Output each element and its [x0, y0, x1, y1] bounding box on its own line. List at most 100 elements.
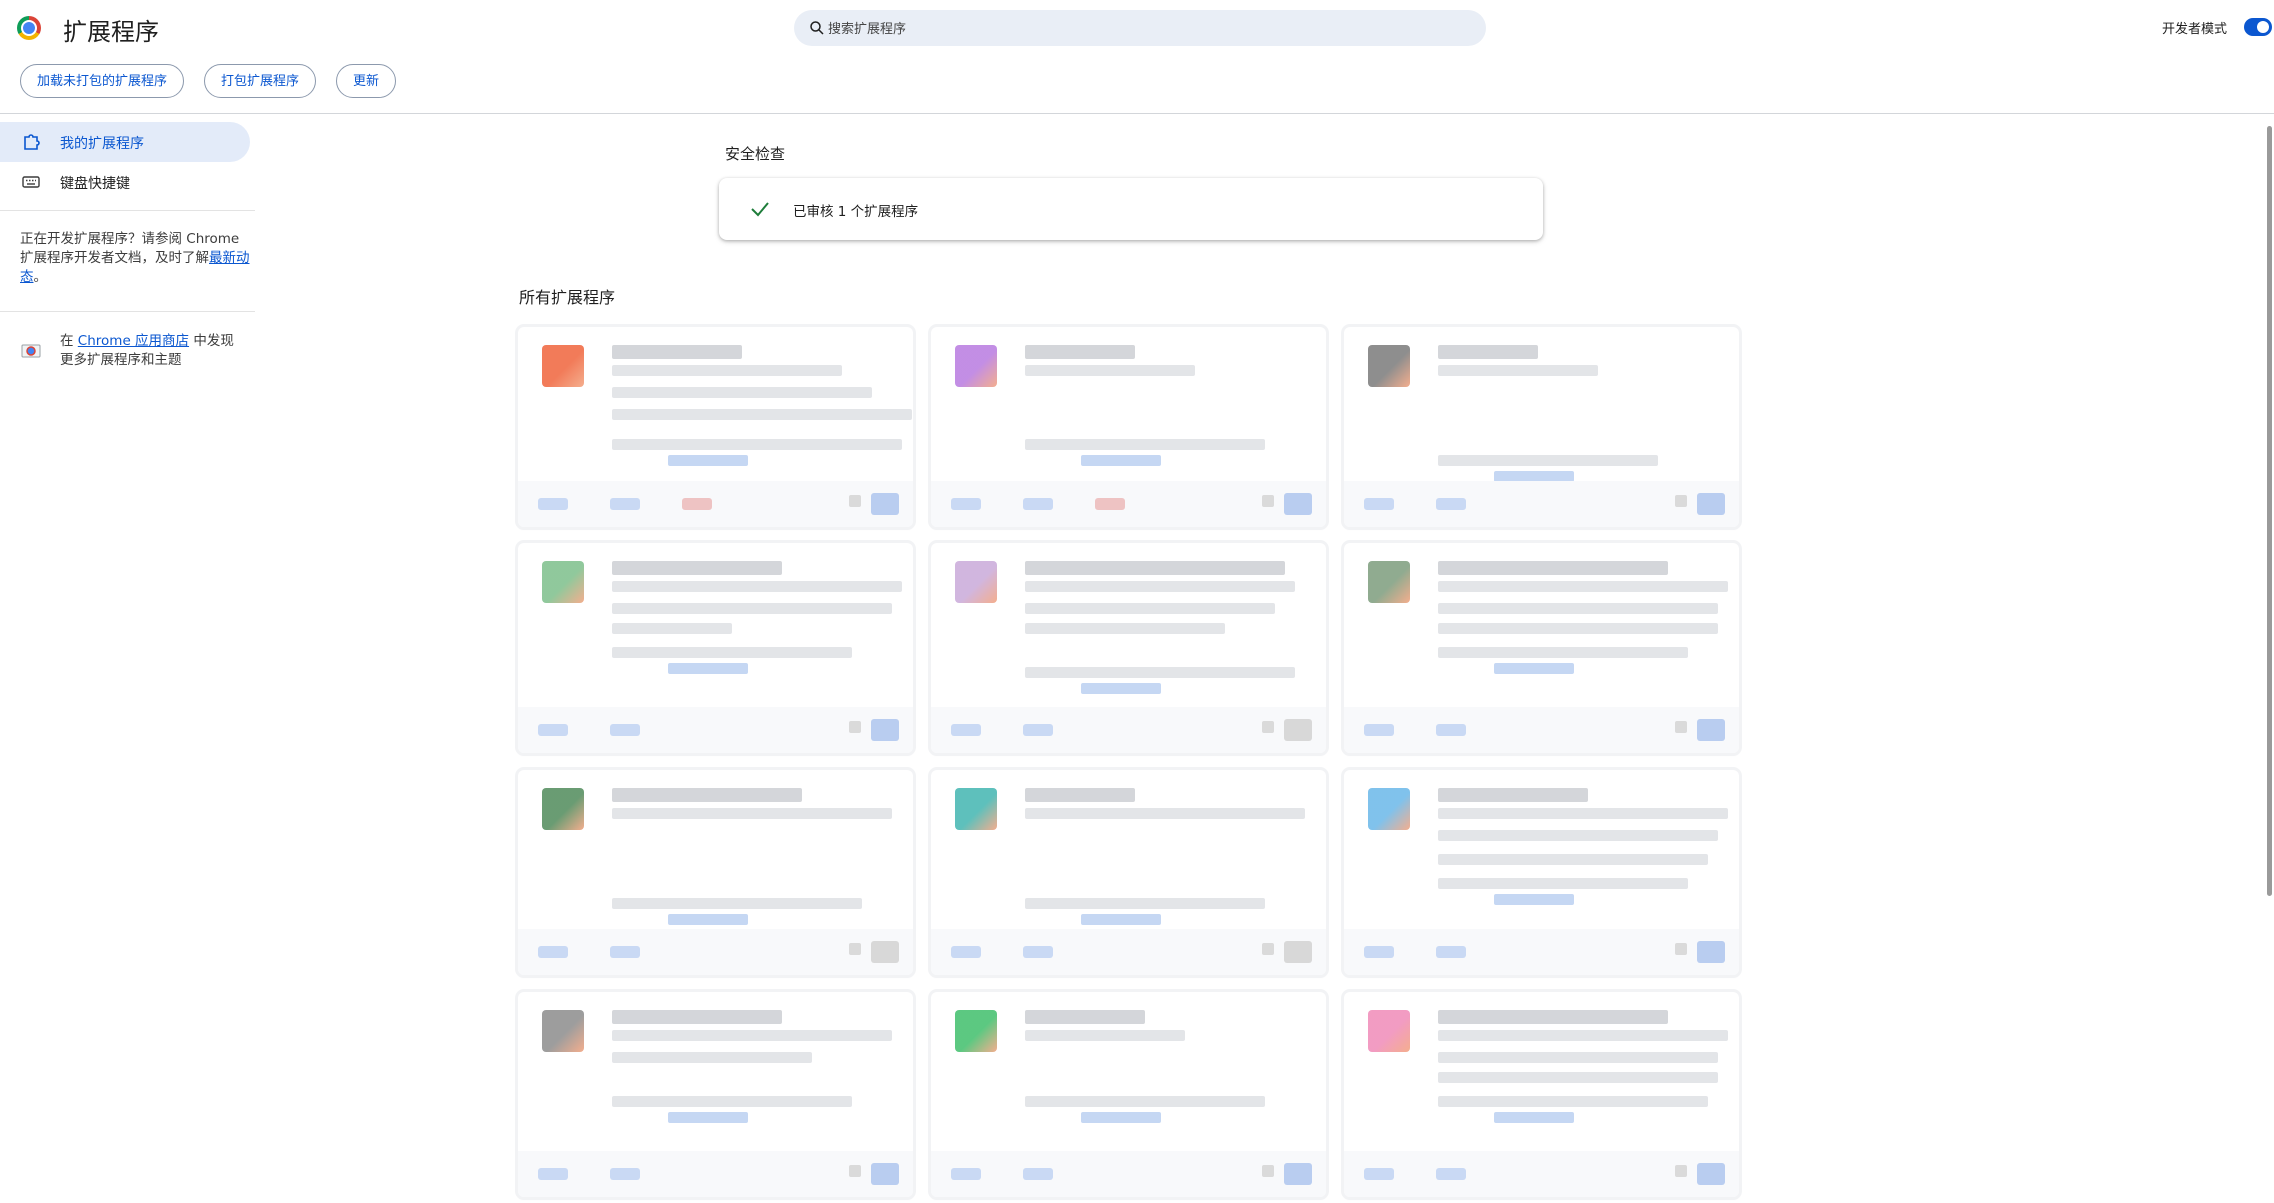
- extension-description-placeholder: [1438, 581, 1728, 592]
- extension-enable-toggle[interactable]: [1697, 493, 1725, 515]
- extension-enable-toggle[interactable]: [1284, 493, 1312, 515]
- chrome-logo-icon: [17, 16, 41, 40]
- details-button[interactable]: [951, 724, 981, 736]
- chrome-web-store-link[interactable]: Chrome 应用商店: [78, 333, 189, 349]
- extension-card[interactable]: [1344, 770, 1739, 975]
- extension-details-link[interactable]: [1081, 683, 1161, 694]
- search-input[interactable]: [826, 10, 1470, 48]
- remove-button[interactable]: [1023, 724, 1053, 736]
- error-icon[interactable]: [1262, 495, 1274, 507]
- reload-button[interactable]: [682, 498, 712, 510]
- remove-button[interactable]: [1023, 1168, 1053, 1180]
- details-button[interactable]: [538, 946, 568, 958]
- extension-card[interactable]: [518, 543, 913, 753]
- extension-description-placeholder: [1438, 1052, 1718, 1063]
- extension-details-link[interactable]: [1081, 914, 1161, 925]
- extension-card[interactable]: [931, 992, 1326, 1197]
- remove-button[interactable]: [1023, 946, 1053, 958]
- safety-check-card[interactable]: 已审核 1 个扩展程序: [719, 178, 1543, 240]
- extension-card[interactable]: [931, 327, 1326, 527]
- error-icon[interactable]: [1675, 1165, 1687, 1177]
- extension-name-placeholder: [1025, 788, 1135, 802]
- extension-details-link[interactable]: [668, 1112, 748, 1123]
- extension-enable-toggle[interactable]: [871, 1163, 899, 1185]
- extension-description-placeholder: [612, 898, 862, 909]
- extension-card[interactable]: [1344, 543, 1739, 753]
- extension-description-placeholder: [612, 623, 732, 634]
- details-button[interactable]: [1364, 946, 1394, 958]
- extension-card[interactable]: [1344, 327, 1739, 527]
- extension-enable-toggle[interactable]: [1284, 719, 1312, 741]
- extension-card[interactable]: [1344, 992, 1739, 1197]
- error-icon[interactable]: [849, 1165, 861, 1177]
- extension-enable-toggle[interactable]: [871, 941, 899, 963]
- extension-description-placeholder: [1025, 365, 1195, 376]
- extension-card[interactable]: [518, 770, 913, 975]
- extension-enable-toggle[interactable]: [1697, 719, 1725, 741]
- extension-details-link[interactable]: [668, 663, 748, 674]
- remove-button[interactable]: [610, 1168, 640, 1180]
- error-icon[interactable]: [1262, 721, 1274, 733]
- reload-button[interactable]: [1095, 498, 1125, 510]
- remove-button[interactable]: [1436, 724, 1466, 736]
- extension-card[interactable]: [518, 327, 913, 527]
- extension-card[interactable]: [518, 992, 913, 1197]
- page-title: 扩展程序: [63, 18, 159, 46]
- extension-description-placeholder: [1025, 623, 1225, 634]
- remove-button[interactable]: [1436, 498, 1466, 510]
- extension-enable-toggle[interactable]: [1697, 941, 1725, 963]
- details-button[interactable]: [1364, 724, 1394, 736]
- sidebar-item-keyboard-shortcuts[interactable]: 键盘快捷键: [0, 162, 250, 202]
- details-button[interactable]: [1364, 498, 1394, 510]
- pack-extension-button[interactable]: 打包扩展程序: [204, 64, 317, 98]
- devmode-toggle[interactable]: [2244, 18, 2272, 36]
- remove-button[interactable]: [610, 498, 640, 510]
- extension-details-link[interactable]: [1081, 455, 1161, 466]
- error-icon[interactable]: [1675, 721, 1687, 733]
- extension-enable-toggle[interactable]: [871, 719, 899, 741]
- extension-details-link[interactable]: [1494, 663, 1574, 674]
- details-button[interactable]: [951, 498, 981, 510]
- extension-name-placeholder: [1438, 788, 1588, 802]
- extension-details-link[interactable]: [1494, 894, 1574, 905]
- extension-card[interactable]: [931, 770, 1326, 975]
- error-icon[interactable]: [1262, 943, 1274, 955]
- search-box[interactable]: [794, 10, 1486, 48]
- details-button[interactable]: [1364, 1168, 1394, 1180]
- extension-card[interactable]: [931, 543, 1326, 753]
- sidebar-item-my-extensions[interactable]: 我的扩展程序: [0, 122, 250, 162]
- extension-details-link[interactable]: [1494, 1112, 1574, 1123]
- extension-details-link[interactable]: [1081, 1112, 1161, 1123]
- extension-enable-toggle[interactable]: [1284, 1163, 1312, 1185]
- error-icon[interactable]: [849, 721, 861, 733]
- error-icon[interactable]: [849, 495, 861, 507]
- scroll-thumb[interactable]: [2267, 126, 2272, 896]
- remove-button[interactable]: [610, 946, 640, 958]
- details-button[interactable]: [538, 724, 568, 736]
- details-button[interactable]: [951, 1168, 981, 1180]
- extension-card-footer: [931, 707, 1326, 753]
- error-icon[interactable]: [1675, 495, 1687, 507]
- extension-enable-toggle[interactable]: [871, 493, 899, 515]
- extension-enable-toggle[interactable]: [1697, 1163, 1725, 1185]
- extension-enable-toggle[interactable]: [1284, 941, 1312, 963]
- details-button[interactable]: [538, 1168, 568, 1180]
- remove-button[interactable]: [610, 724, 640, 736]
- scrollbar[interactable]: [2266, 116, 2274, 1203]
- details-button[interactable]: [538, 498, 568, 510]
- error-icon[interactable]: [849, 943, 861, 955]
- extension-icon: [542, 788, 584, 830]
- remove-button[interactable]: [1436, 1168, 1466, 1180]
- remove-button[interactable]: [1023, 498, 1053, 510]
- update-button[interactable]: 更新: [336, 64, 397, 98]
- remove-button[interactable]: [1436, 946, 1466, 958]
- extension-details-link[interactable]: [668, 455, 748, 466]
- error-icon[interactable]: [1675, 943, 1687, 955]
- sidebar-divider: [0, 210, 255, 211]
- load-unpacked-button[interactable]: 加载未打包的扩展程序: [20, 64, 185, 98]
- error-icon[interactable]: [1262, 1165, 1274, 1177]
- details-button[interactable]: [951, 946, 981, 958]
- extension-details-link[interactable]: [668, 914, 748, 925]
- extension-description-placeholder: [1438, 830, 1718, 841]
- extension-description-placeholder: [1438, 854, 1708, 865]
